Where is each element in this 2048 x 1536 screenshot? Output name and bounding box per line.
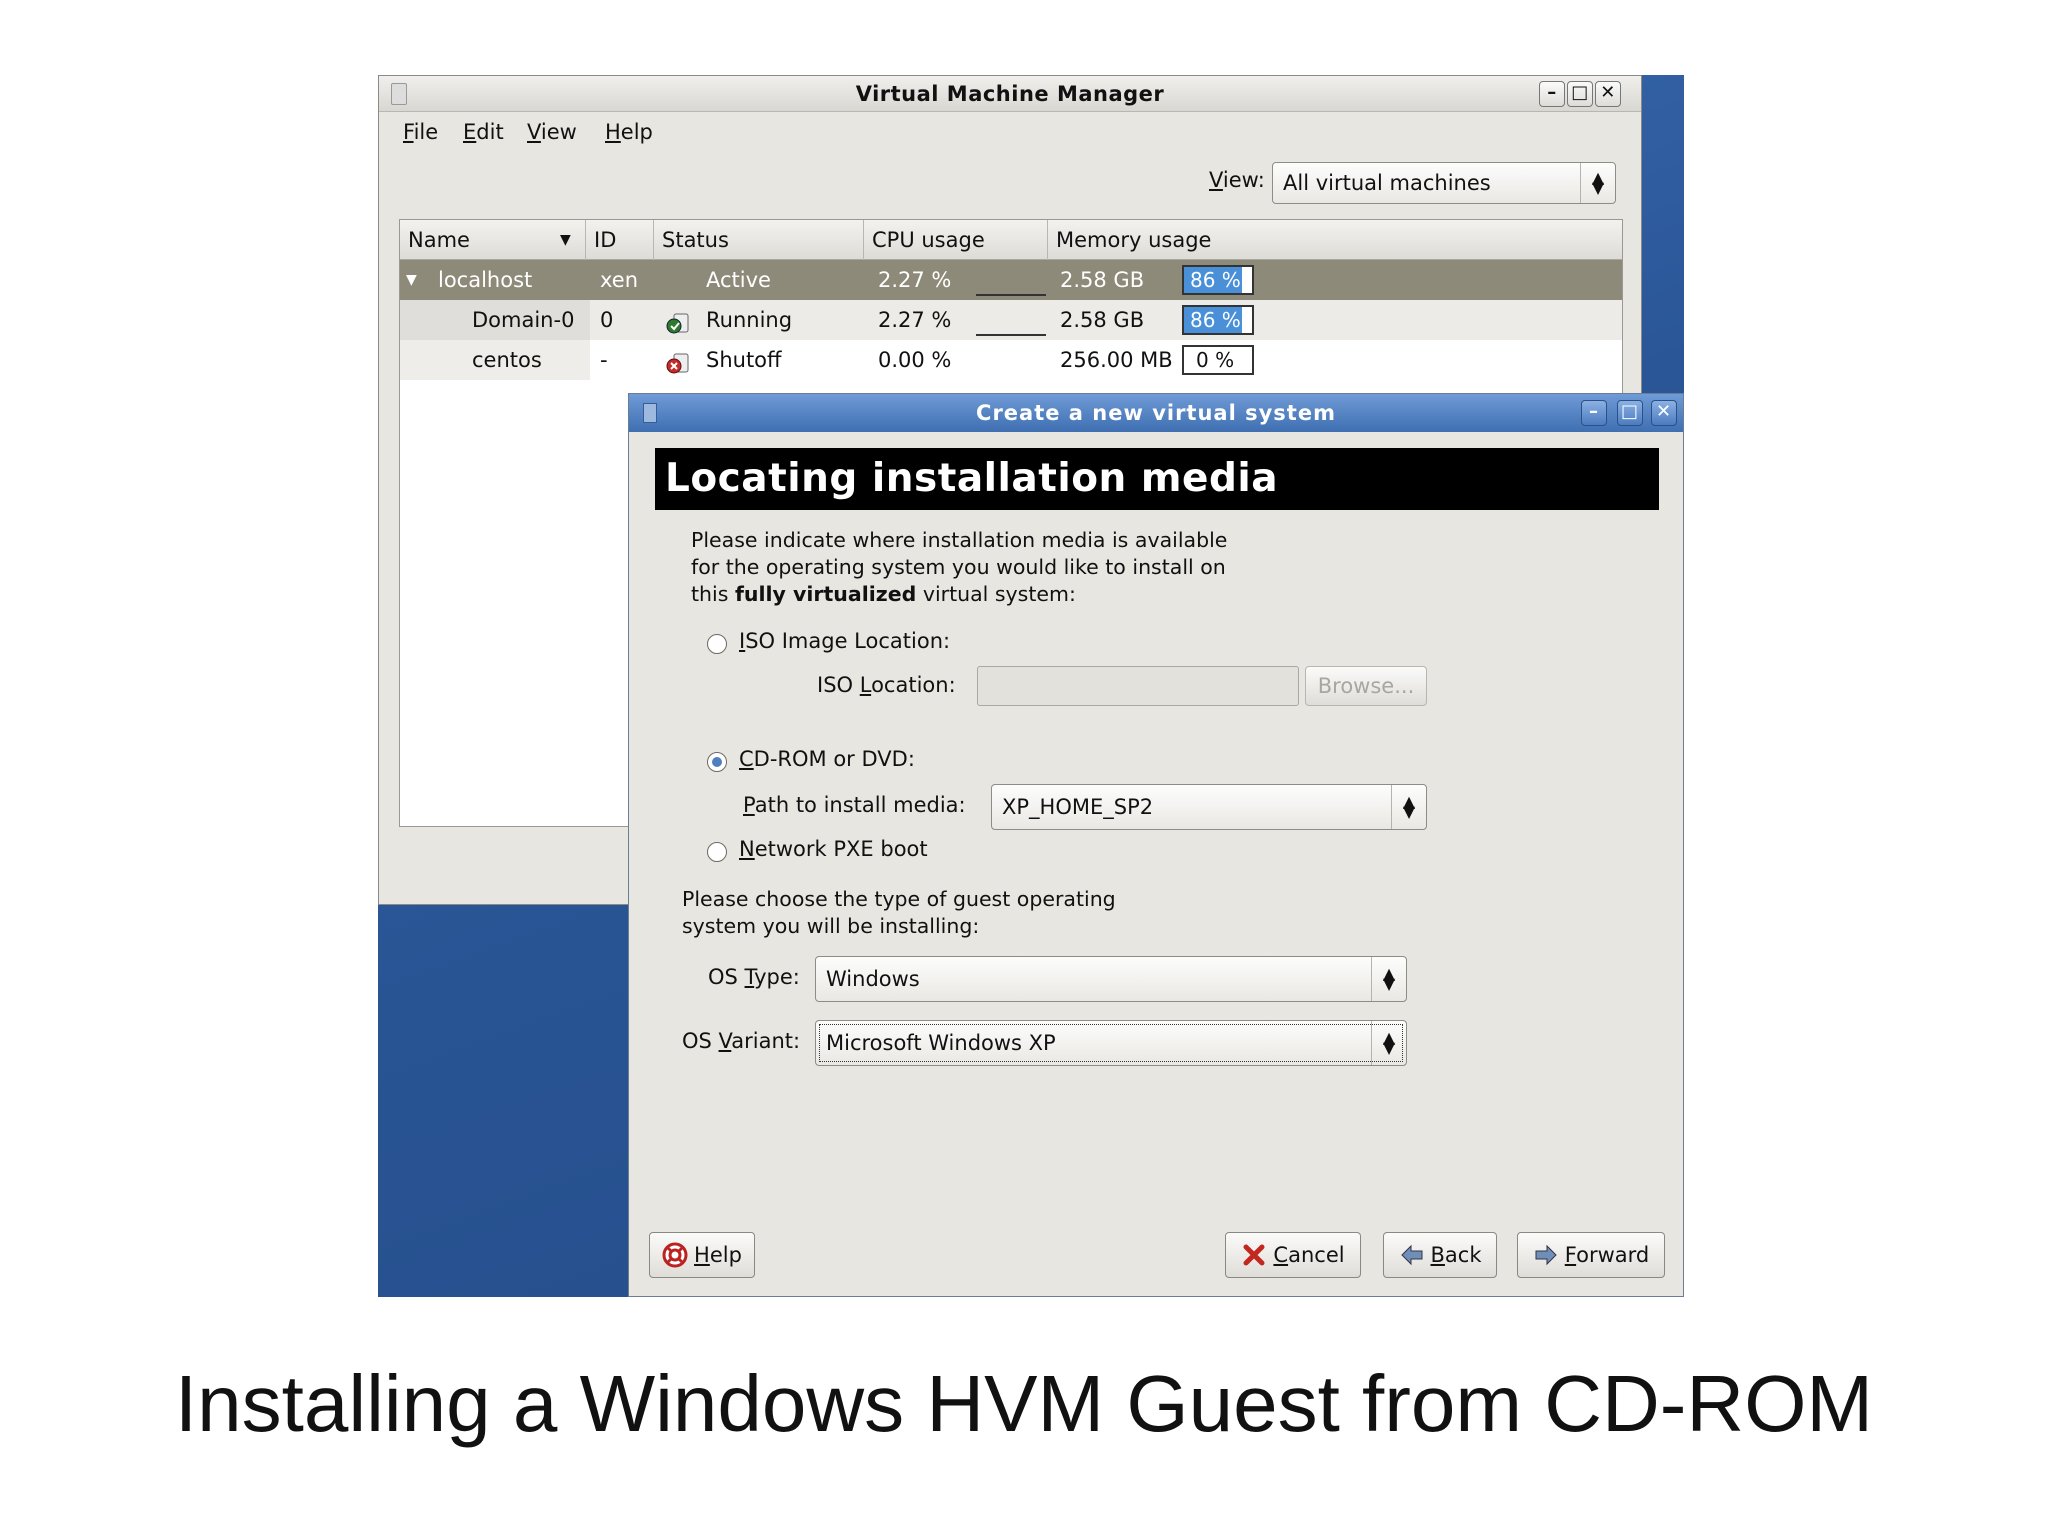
sort-down-icon: ▼ [560,232,571,248]
lifebuoy-icon [662,1242,688,1268]
minimize-icon[interactable]: – [1581,400,1607,426]
column-header-name[interactable]: Name ▼ [400,220,586,260]
row-status: Active [706,268,771,292]
table-row-localhost[interactable]: ▼ localhost xen Active 2.27 % 2.58 GB 86… [400,260,1622,300]
os-type-label: OS Type: [708,965,800,989]
cdrom-radio[interactable] [707,752,727,772]
row-memory: 2.58 GB [1060,308,1145,332]
row-name: localhost [438,268,533,292]
cpu-sparkline [976,326,1046,336]
os-intro-text: Please choose the type of guest operatin… [682,887,1116,938]
forward-button[interactable]: Forward [1517,1232,1665,1278]
os-type-select[interactable]: Windows ▲ ▼ [815,956,1407,1002]
maximize-icon[interactable]: □ [1617,400,1643,426]
row-memory: 2.58 GB [1060,268,1145,292]
dialog-title-text: Create a new virtual system [976,401,1336,425]
cpu-sparkline [976,286,1046,296]
os-variant-label: OS Variant: [682,1029,801,1053]
vmm-titlebar[interactable]: Virtual Machine Manager – □ ✕ [379,76,1641,112]
updown-arrow-icon: ▲ ▼ [1371,1021,1406,1065]
table-row-centos[interactable]: centos - Shutoff 0.00 % 256.00 MB 0 % [400,340,1622,380]
arrow-left-icon [1400,1244,1422,1266]
arrow-right-icon [1535,1244,1557,1266]
slide-caption: Installing a Windows HVM Guest from CD-R… [174,1359,1874,1448]
iso-location-input[interactable] [977,666,1299,706]
step-banner: Locating installation media [655,448,1659,510]
row-cpu: 2.27 % [878,308,952,332]
cancel-button[interactable]: Cancel [1225,1232,1361,1278]
intro-text: Please indicate where installation media… [691,528,1228,606]
row-cpu: 0.00 % [878,348,952,372]
row-cpu: 2.27 % [878,268,952,292]
row-status: Running [706,308,793,332]
os-variant-select[interactable]: Microsoft Windows XP ▲ ▼ [815,1020,1407,1066]
cancel-x-icon [1243,1244,1265,1266]
row-status: Shutoff [706,348,782,372]
new-vm-dialog: Create a new virtual system – □ ✕ Locati… [628,393,1684,1297]
table-header: Name ▼ ID Status CPU usage Memory usage [400,220,1622,260]
row-id: - [600,348,608,372]
close-icon[interactable]: ✕ [1595,81,1621,107]
browse-button[interactable]: Browse... [1305,666,1427,706]
help-button[interactable]: Help [649,1232,755,1278]
column-header-id[interactable]: ID [586,220,654,260]
column-header-cpu[interactable]: CPU usage [864,220,1048,260]
app-icon [391,83,407,105]
menu-file[interactable]: File [403,120,438,144]
row-id: xen [600,268,639,292]
iso-image-radio[interactable] [707,634,727,654]
updown-arrow-icon: ▲ ▼ [1391,785,1426,829]
dialog-titlebar[interactable]: Create a new virtual system – □ ✕ [629,394,1683,432]
close-icon[interactable]: ✕ [1651,400,1677,426]
menu-view[interactable]: View [527,120,577,144]
menu-help[interactable]: Help [605,120,653,144]
iso-location-label: ISO Location: [817,673,956,697]
running-icon [666,308,692,334]
memory-usage-bar: 0 % [1182,345,1254,375]
network-pxe-radio[interactable] [707,842,727,862]
dialog-app-icon [643,403,657,423]
memory-usage-bar: 86 % [1182,305,1254,335]
row-id: 0 [600,308,614,332]
iso-image-radio-label[interactable]: ISO Image Location: [739,629,950,653]
updown-arrow-icon: ▲ ▼ [1580,163,1615,203]
maximize-icon[interactable]: □ [1567,81,1593,107]
expander-down-icon[interactable]: ▼ [406,260,417,300]
back-button[interactable]: Back [1383,1232,1497,1278]
shutoff-icon [666,348,692,374]
column-header-status[interactable]: Status [654,220,864,260]
install-path-label: Path to install media: [743,793,966,817]
install-media-select[interactable]: XP_HOME_SP2 ▲ ▼ [991,784,1427,830]
table-row-domain-0[interactable]: Domain-0 0 Running 2.27 % 2.58 GB 86 % [400,300,1622,340]
minimize-icon[interactable]: – [1539,81,1565,107]
network-pxe-radio-label[interactable]: Network PXE boot [739,837,928,861]
row-memory: 256.00 MB [1060,348,1173,372]
view-filter-label: View: [1209,168,1265,192]
column-header-memory[interactable]: Memory usage [1048,220,1624,260]
memory-usage-bar: 86 % [1182,265,1254,295]
menubar: File Edit View Help [379,112,1641,152]
vmm-title-text: Virtual Machine Manager [855,82,1165,106]
cdrom-radio-label[interactable]: CD-ROM or DVD: [739,747,915,771]
menu-edit[interactable]: Edit [463,120,504,144]
row-name: Domain-0 [472,308,575,332]
row-name: centos [472,348,542,372]
updown-arrow-icon: ▲ ▼ [1371,957,1406,1001]
view-filter-select[interactable]: All virtual machines ▲ ▼ [1272,162,1616,204]
